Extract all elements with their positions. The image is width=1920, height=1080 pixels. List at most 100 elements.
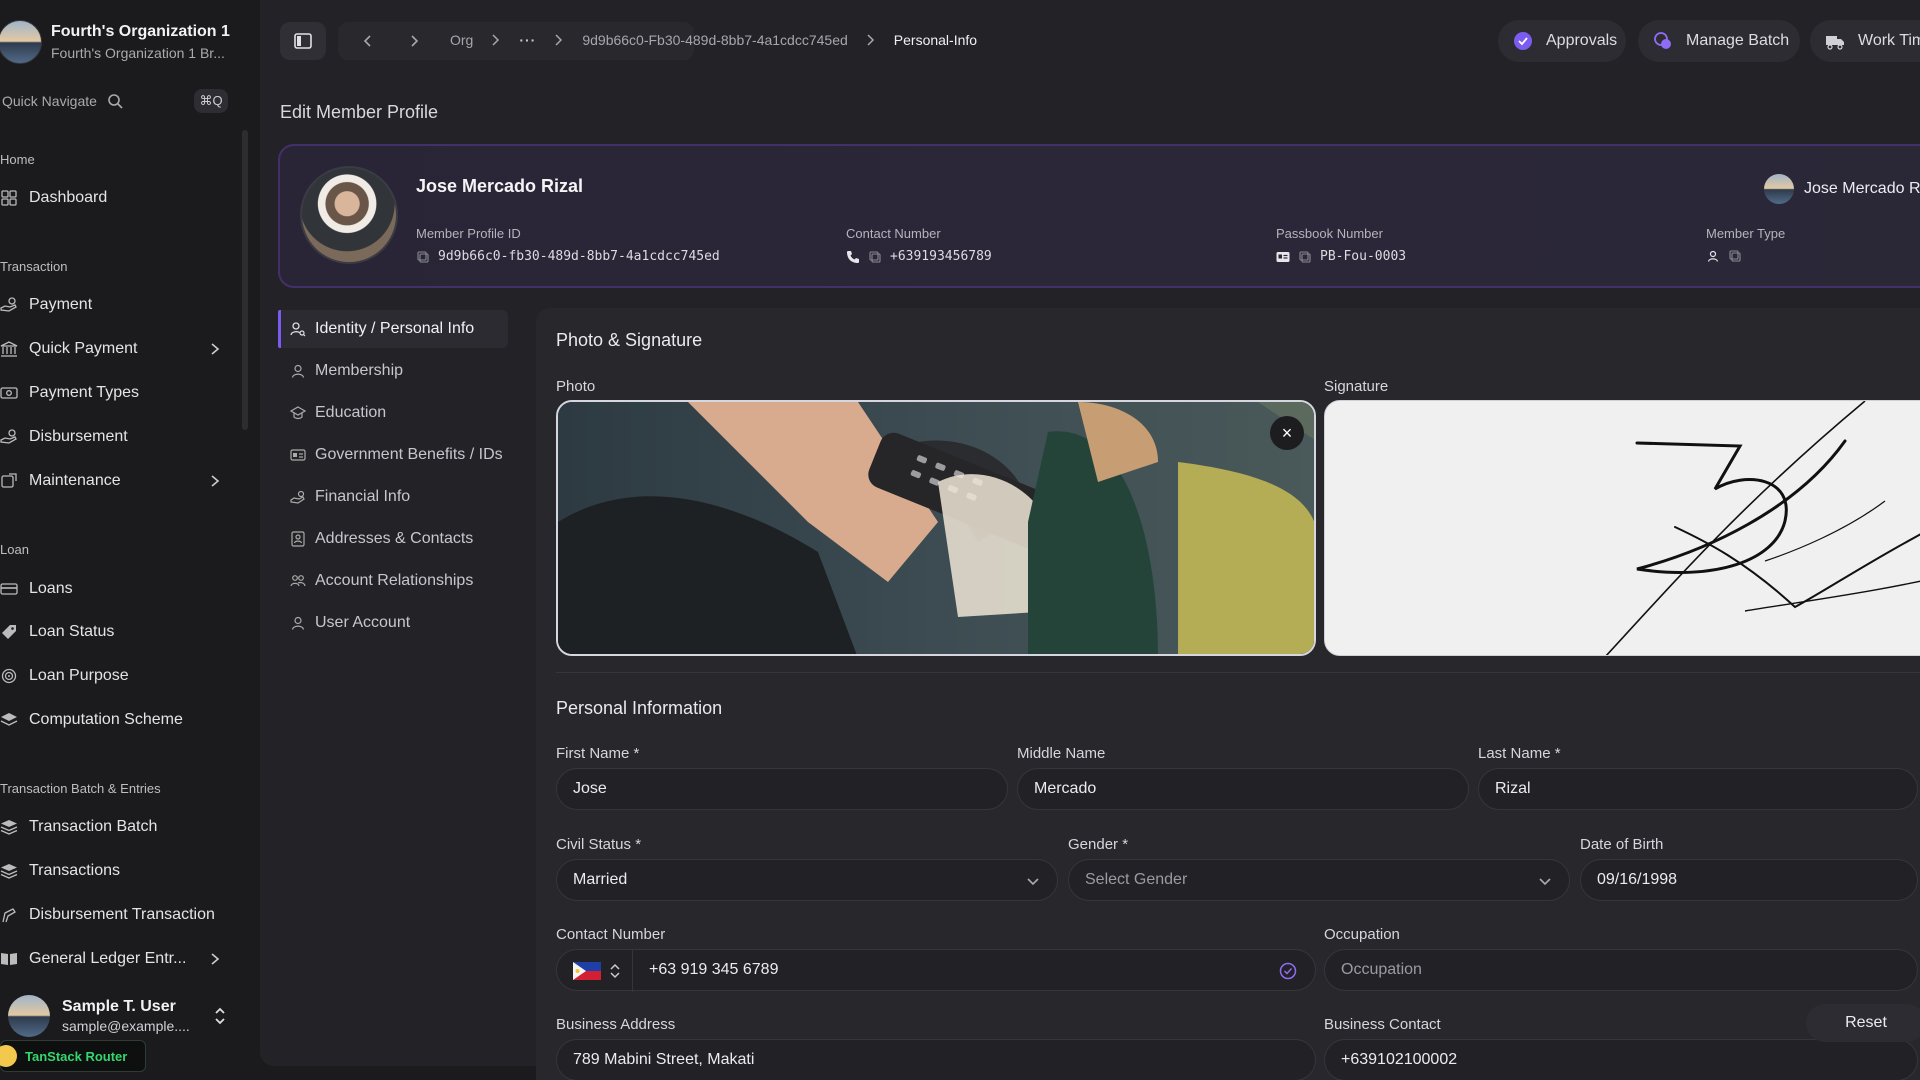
sidebar-item-disbursement[interactable]: Disbursement (0, 419, 226, 455)
approvals-label: Approvals (1546, 32, 1618, 49)
copy-icon[interactable] (416, 250, 430, 264)
coins-icon (1652, 30, 1674, 52)
org-switcher[interactable]: Fourth's Organization 1 Fourth's Organiz… (0, 14, 250, 70)
main-panel: Org ··· 9d9b66c0-Fb30-489d-8bb7-4a1cdcc7… (260, 0, 1920, 1080)
tab-account-relationships[interactable]: Account Relationships (278, 562, 508, 600)
breadcrumb-member-id[interactable]: 9d9b66c0-Fb30-489d-8bb7-4a1cdcc745ed (582, 32, 847, 48)
work-time-button[interactable]: Work Time (1810, 20, 1920, 62)
breadcrumb-ellipsis[interactable]: ··· (519, 32, 536, 48)
work-time-label: Work Time (1858, 32, 1920, 49)
sidebar-item-transactions[interactable]: Transactions (0, 853, 226, 889)
member-contact-value: +639193456789 (890, 249, 992, 264)
tab-education[interactable]: Education (278, 394, 508, 432)
occupation-field[interactable]: Occupation (1324, 949, 1918, 991)
member-photo[interactable]: × (556, 400, 1316, 656)
tab-membership[interactable]: Membership (278, 352, 508, 390)
tanstack-devtools-button[interactable]: TanStack Router (0, 1040, 146, 1072)
tab-identity-personal-info[interactable]: Identity / Personal Info (278, 310, 508, 348)
book-icon (0, 950, 18, 968)
gender-placeholder: Select Gender (1085, 871, 1188, 888)
sidebar-item-quick-payment[interactable]: Quick Payment (0, 331, 226, 367)
civil-status-select[interactable]: Married (556, 859, 1058, 901)
gender-label: Gender * (1068, 836, 1129, 853)
sidebar-item-maintenance[interactable]: Maintenance (0, 463, 226, 499)
breadcrumb-org[interactable]: Org (450, 32, 473, 48)
card-icon (0, 580, 18, 598)
sidebar-item-label: General Ledger Entr... (29, 950, 187, 967)
approvals-button[interactable]: Approvals (1498, 20, 1626, 62)
user-icon (1706, 249, 1720, 263)
truck-icon (1824, 30, 1846, 52)
business-contact-label: Business Contact (1324, 1016, 1441, 1033)
tab-label: Government Benefits / IDs (315, 446, 503, 463)
copy-icon[interactable] (868, 250, 882, 264)
sidebar-scrollbar[interactable] (242, 130, 248, 430)
sidebar-item-label: Transactions (29, 862, 120, 879)
sidebar-item-loan-purpose[interactable]: Loan Purpose (0, 658, 226, 694)
sidebar-item-label: Dashboard (29, 189, 108, 206)
forward-button[interactable] (406, 33, 422, 49)
copy-icon[interactable] (1298, 250, 1312, 264)
occupation-placeholder: Occupation (1341, 961, 1422, 978)
member-profile-id-label: Member Profile ID (416, 226, 521, 241)
dob-label: Date of Birth (1580, 836, 1664, 853)
business-address-field[interactable]: 789 Mabini Street, Makati (556, 1039, 1316, 1080)
gender-select[interactable]: Select Gender (1068, 859, 1570, 901)
member-contact-label: Contact Number (846, 226, 941, 241)
first-name-field[interactable]: Jose (556, 768, 1008, 810)
tab-user-account[interactable]: User Account (278, 604, 508, 642)
tab-government-benefits[interactable]: Government Benefits / IDs (278, 436, 508, 474)
sidebar-item-label: Payment Types (29, 384, 139, 401)
member-owner-name: Jose Mercado Rizal (1804, 180, 1920, 197)
chevron-down-icon (1539, 878, 1551, 886)
business-contact-field[interactable]: +639102100002 (1324, 1039, 1918, 1080)
last-name-field[interactable]: Rizal (1478, 768, 1918, 810)
first-name-label: First Name * (556, 745, 640, 762)
first-name-value: Jose (573, 780, 607, 797)
chevrons-up-down-icon (215, 1007, 225, 1025)
verified-check-icon (1279, 962, 1297, 980)
user-menu[interactable]: Sample T. User sample@example.... (8, 994, 228, 1038)
sidebar-item-computation-scheme[interactable]: Computation Scheme (0, 702, 226, 738)
manage-batch-button[interactable]: Manage Batch (1638, 20, 1800, 62)
remove-photo-button[interactable]: × (1270, 416, 1304, 450)
tab-label: Account Relationships (315, 572, 474, 589)
back-button[interactable] (360, 33, 376, 49)
wrench-icon (0, 472, 18, 490)
sidebar-item-disbursement-transaction[interactable]: Disbursement Transaction (0, 897, 226, 933)
sidebar-item-general-ledger[interactable]: General Ledger Entr... (0, 941, 226, 977)
personal-info-title: Personal Information (556, 698, 723, 718)
user-icon (290, 363, 306, 379)
sidebar-toggle-button[interactable] (280, 22, 326, 60)
middle-name-field[interactable]: Mercado (1017, 768, 1469, 810)
middle-name-label: Middle Name (1017, 745, 1106, 762)
stack-icon (0, 862, 18, 880)
copy-icon[interactable] (1728, 249, 1742, 263)
nav-section-transaction: Transaction (0, 259, 68, 274)
dob-field[interactable]: 09/16/1998 (1580, 859, 1918, 901)
country-code-select[interactable] (557, 950, 633, 992)
member-type: Member Type (1706, 226, 1785, 263)
reset-button[interactable]: Reset (1806, 1004, 1920, 1042)
sidebar-item-payment[interactable]: Payment (0, 287, 226, 323)
tab-financial-info[interactable]: Financial Info (278, 478, 508, 516)
member-passbook-value: PB-Fou-0003 (1320, 249, 1407, 264)
user-icon (290, 615, 306, 631)
quick-navigate[interactable]: Quick Navigate ⌘Q (0, 86, 228, 116)
member-signature[interactable] (1324, 400, 1920, 656)
sidebar-item-loans[interactable]: Loans (0, 571, 226, 607)
section-divider (556, 672, 1920, 673)
sidebar-item-dashboard[interactable]: Dashboard (0, 180, 226, 216)
hand-coins-icon (290, 489, 306, 505)
chevrons-up-down-icon (610, 963, 620, 979)
member-profile-id: Member Profile ID 9d9b66c0-fb30-489d-8bb… (416, 226, 720, 264)
tab-label: Financial Info (315, 488, 411, 505)
sidebar-item-payment-types[interactable]: Payment Types (0, 375, 226, 411)
quick-navigate-shortcut: ⌘Q (194, 89, 228, 113)
avatar (1764, 174, 1794, 204)
contact-number-field[interactable]: +63 919 345 6789 (556, 949, 1316, 992)
sidebar-item-loan-status[interactable]: Loan Status (0, 614, 226, 650)
sidebar-item-transaction-batch[interactable]: Transaction Batch (0, 809, 226, 845)
users-icon (290, 573, 306, 589)
tab-addresses-contacts[interactable]: Addresses & Contacts (278, 520, 508, 558)
